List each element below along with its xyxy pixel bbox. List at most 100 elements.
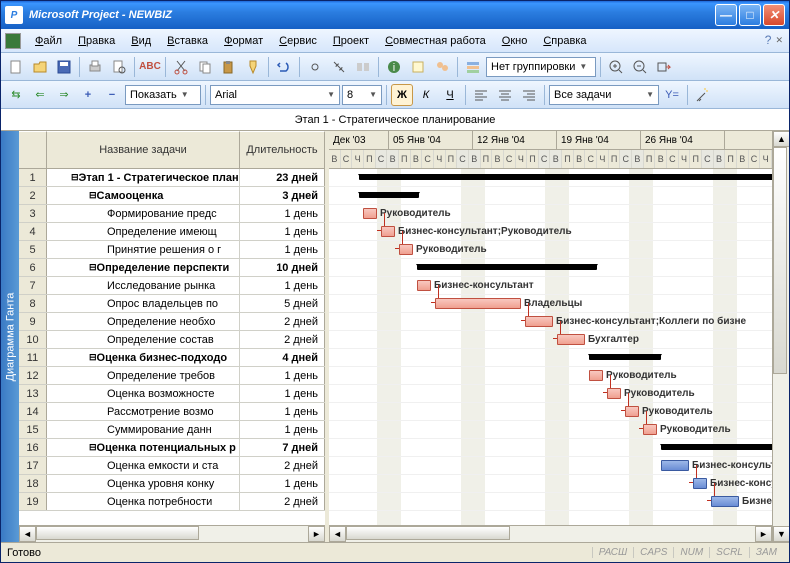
row-number[interactable]: 16 xyxy=(19,439,47,456)
task-name-cell[interactable]: Суммирование данн xyxy=(47,421,240,438)
row-number[interactable]: 1 xyxy=(19,169,47,186)
minimize-button[interactable]: — xyxy=(715,4,737,26)
bold-button[interactable]: Ж xyxy=(391,84,413,106)
task-name-cell[interactable]: Оценка потенциальных р xyxy=(47,439,240,456)
task-name-cell[interactable]: Определение необхо xyxy=(47,313,240,330)
week-header[interactable]: 26 Янв '04 xyxy=(641,131,725,149)
duration-cell[interactable]: 10 дней xyxy=(240,259,325,276)
menu-format[interactable]: Формат xyxy=(216,33,271,49)
menu-close-icon[interactable]: ✕ xyxy=(773,33,785,48)
table-row[interactable]: 19Оценка потребности2 дней xyxy=(19,493,325,511)
table-row[interactable]: 14Рассмотрение возмо1 день xyxy=(19,403,325,421)
table-row[interactable]: 8Опрос владельцев по5 дней xyxy=(19,295,325,313)
print-preview-button[interactable] xyxy=(108,56,130,78)
duration-cell[interactable]: 1 день xyxy=(240,241,325,258)
outdent-arrows-button[interactable]: ⇆ xyxy=(5,84,27,106)
vscroll[interactable]: ▲▼ xyxy=(772,131,789,542)
row-number[interactable]: 7 xyxy=(19,277,47,294)
menu-insert[interactable]: Вставка xyxy=(159,33,216,49)
task-name-cell[interactable]: Определение перспекти xyxy=(47,259,240,276)
italic-button[interactable]: К xyxy=(415,84,437,106)
row-number[interactable]: 8 xyxy=(19,295,47,312)
task-bar[interactable]: Руководитель xyxy=(589,370,603,381)
plus-button[interactable]: + xyxy=(77,84,99,106)
wizard-button[interactable] xyxy=(692,84,714,106)
duration-cell[interactable]: 2 дней xyxy=(240,331,325,348)
task-name-cell[interactable]: Оценка уровня конку xyxy=(47,475,240,492)
table-row[interactable]: 18Оценка уровня конку1 день xyxy=(19,475,325,493)
table-row[interactable]: 12Определение требов1 день xyxy=(19,367,325,385)
zoom-in-button[interactable] xyxy=(605,56,627,78)
table-row[interactable]: 5Принятие решения о г1 день xyxy=(19,241,325,259)
duration-cell[interactable]: 1 день xyxy=(240,223,325,240)
row-number[interactable]: 5 xyxy=(19,241,47,258)
duration-cell[interactable]: 1 день xyxy=(240,475,325,492)
close-button[interactable]: ✕ xyxy=(763,4,785,26)
task-bar[interactable]: Владельцы xyxy=(435,298,521,309)
task-name-cell[interactable]: Исследование рынка xyxy=(47,277,240,294)
align-left-button[interactable] xyxy=(470,84,492,106)
task-name-cell[interactable]: Оценка бизнес-подходо xyxy=(47,349,240,366)
summary-bar[interactable] xyxy=(661,444,772,450)
summary-bar[interactable] xyxy=(359,192,419,198)
filter-combo[interactable]: Все задачи▼ xyxy=(549,85,659,105)
copy-button[interactable] xyxy=(194,56,216,78)
task-name-cell[interactable]: Опрос владельцев по xyxy=(47,295,240,312)
task-name-cell[interactable]: Формирование предс xyxy=(47,205,240,222)
duration-cell[interactable]: 1 день xyxy=(240,421,325,438)
notes-button[interactable] xyxy=(407,56,429,78)
duration-cell[interactable]: 5 дней xyxy=(240,295,325,312)
summary-bar[interactable] xyxy=(589,354,661,360)
duration-cell[interactable]: 23 дней xyxy=(240,169,325,186)
week-header[interactable]: 05 Янв '04 xyxy=(389,131,473,149)
table-row[interactable]: 17Оценка емкости и ста2 дней xyxy=(19,457,325,475)
row-number[interactable]: 14 xyxy=(19,403,47,420)
align-right-button[interactable] xyxy=(518,84,540,106)
table-row[interactable]: 1Этап 1 - Стратегическое план23 дней xyxy=(19,169,325,187)
print-button[interactable] xyxy=(84,56,106,78)
table-row[interactable]: 13Оценка возможносте1 день xyxy=(19,385,325,403)
menu-collab[interactable]: Совместная работа xyxy=(377,33,494,49)
duration-cell[interactable]: 1 день xyxy=(240,385,325,402)
underline-button[interactable]: Ч xyxy=(439,84,461,106)
duration-cell[interactable]: 7 дней xyxy=(240,439,325,456)
duration-cell[interactable]: 1 день xyxy=(240,403,325,420)
row-number[interactable]: 10 xyxy=(19,331,47,348)
week-header[interactable]: 12 Янв '04 xyxy=(473,131,557,149)
task-bar[interactable]: Бизнес-консультант xyxy=(661,460,689,471)
align-center-button[interactable] xyxy=(494,84,516,106)
task-bar[interactable]: Руководитель xyxy=(399,244,413,255)
minus-button[interactable]: − xyxy=(101,84,123,106)
zoom-out-button[interactable] xyxy=(629,56,651,78)
task-bar[interactable]: Бизнес-консультант;Руководитель xyxy=(381,226,395,237)
task-name-cell[interactable]: Принятие решения о г xyxy=(47,241,240,258)
task-name-cell[interactable]: Определение требов xyxy=(47,367,240,384)
indent-right-button[interactable]: ⇒ xyxy=(53,84,75,106)
table-row[interactable]: 2Самооценка3 дней xyxy=(19,187,325,205)
split-button[interactable] xyxy=(352,56,374,78)
save-button[interactable] xyxy=(53,56,75,78)
summary-bar[interactable] xyxy=(359,174,772,180)
duration-cell[interactable]: 1 день xyxy=(240,277,325,294)
menu-view[interactable]: Вид xyxy=(123,33,159,49)
task-bar[interactable]: Руководитель xyxy=(607,388,621,399)
task-bar[interactable]: Руководитель xyxy=(363,208,377,219)
goto-task-button[interactable] xyxy=(653,56,675,78)
link-button[interactable] xyxy=(304,56,326,78)
task-bar[interactable]: Бизнес-консультант xyxy=(693,478,707,489)
gantt-hscroll[interactable]: ◄► xyxy=(329,525,772,542)
duration-cell[interactable]: 2 дней xyxy=(240,493,325,510)
week-header[interactable]: Дек '03 xyxy=(329,131,389,149)
task-bar[interactable]: Бизнес-консультант;Коллеги по бизне xyxy=(525,316,553,327)
autofilter-button[interactable]: Y= xyxy=(661,84,683,106)
table-row[interactable]: 11Оценка бизнес-подходо4 дней xyxy=(19,349,325,367)
menu-project[interactable]: Проект xyxy=(325,33,377,49)
column-header-duration[interactable]: Длительность xyxy=(240,131,325,168)
table-hscroll[interactable]: ◄► xyxy=(19,525,325,542)
table-row[interactable]: 4Определение имеющ1 день xyxy=(19,223,325,241)
help-question-icon[interactable]: ? xyxy=(765,33,772,48)
table-row[interactable]: 3Формирование предс1 день xyxy=(19,205,325,223)
summary-bar[interactable] xyxy=(417,264,597,270)
table-row[interactable]: 6Определение перспекти10 дней xyxy=(19,259,325,277)
paste-button[interactable] xyxy=(218,56,240,78)
